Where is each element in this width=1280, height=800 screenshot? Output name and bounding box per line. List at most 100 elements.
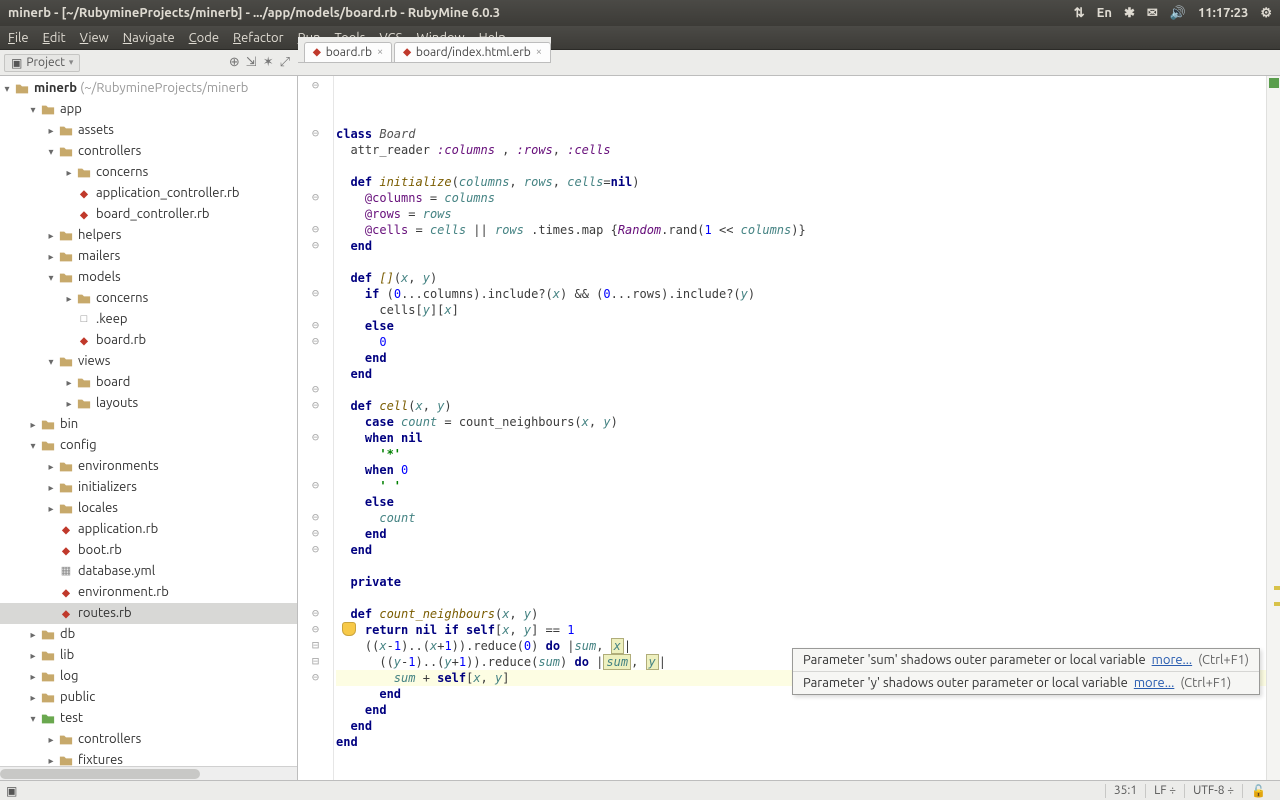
tree-row[interactable]: ▾ models <box>0 267 297 288</box>
code-line[interactable]: end <box>336 542 1266 558</box>
tree-row[interactable]: ▾minerb (~/RubymineProjects/minerb <box>0 78 297 99</box>
tree-row[interactable]: ▸helpers <box>0 225 297 246</box>
tree-twisty[interactable]: ▸ <box>26 666 40 687</box>
error-stripe[interactable] <box>1266 76 1280 780</box>
scroll-from-source-icon[interactable]: ⊕ <box>229 55 240 70</box>
tree-item-label[interactable]: board_controller.rb <box>96 204 210 225</box>
code-line[interactable]: end <box>336 718 1266 734</box>
tree-row[interactable]: ▸lib <box>0 645 297 666</box>
tree-row[interactable]: ▸board <box>0 372 297 393</box>
tree-row[interactable]: ◆board_controller.rb <box>0 204 297 225</box>
fold-toggle[interactable]: ⊖ <box>298 478 333 494</box>
fold-toggle[interactable]: ⊖ <box>298 430 333 446</box>
code-line[interactable]: @rows = rows <box>336 206 1266 222</box>
tree-twisty[interactable]: ▸ <box>44 477 58 498</box>
tree-item-label[interactable]: .keep <box>96 309 128 330</box>
tree-twisty[interactable]: ▸ <box>44 456 58 477</box>
tree-twisty[interactable]: ▸ <box>26 687 40 708</box>
tree-row[interactable]: ◆board.rb <box>0 330 297 351</box>
fold-toggle[interactable]: ⊖ <box>298 670 333 686</box>
settings-icon[interactable]: ✶ <box>263 55 274 70</box>
fold-toggle[interactable]: ⊖ <box>298 622 333 638</box>
fold-toggle[interactable]: ⊖ <box>298 542 333 558</box>
project-tree[interactable]: ▾minerb (~/RubymineProjects/minerb▾app▸a… <box>0 76 297 766</box>
file-encoding[interactable]: UTF-8 ÷ <box>1184 784 1242 798</box>
tree-twisty[interactable]: ▸ <box>44 750 58 766</box>
tree-item-label[interactable]: assets <box>78 120 114 141</box>
code-line[interactable]: return nil if self[x, y] == 1 <box>336 622 1266 638</box>
tree-twisty[interactable]: ▾ <box>44 267 58 288</box>
menu-navigate[interactable]: Navigate <box>123 31 175 45</box>
tree-item-label[interactable]: app <box>60 99 82 120</box>
tree-twisty[interactable]: ▾ <box>26 99 40 120</box>
hide-icon[interactable]: ⤢ <box>280 55 290 70</box>
fold-toggle[interactable]: ⊖ <box>298 238 333 254</box>
fold-toggle[interactable]: ⊖ <box>298 318 333 334</box>
tree-row[interactable]: ▦database.yml <box>0 561 297 582</box>
tree-row[interactable]: ▾views <box>0 351 297 372</box>
fold-toggle[interactable]: ⊖ <box>298 606 333 622</box>
code-line[interactable]: private <box>336 574 1266 590</box>
tree-twisty[interactable]: ▸ <box>62 393 76 414</box>
code-line[interactable]: def count_neighbours(x, y) <box>336 606 1266 622</box>
code-line[interactable]: @cells = cells || rows .times.map {Rando… <box>336 222 1266 238</box>
code-line[interactable]: when nil <box>336 430 1266 446</box>
tree-twisty[interactable]: ▾ <box>44 351 58 372</box>
code-line[interactable]: case count = count_neighbours(x, y) <box>336 414 1266 430</box>
code-line[interactable]: def cell(x, y) <box>336 398 1266 414</box>
code-line[interactable]: if (0...columns).include?(x) && (0...row… <box>336 286 1266 302</box>
tree-row[interactable]: ▸controllers <box>0 729 297 750</box>
tree-row[interactable]: ▸ fixtures <box>0 750 297 766</box>
mail-icon[interactable]: ✉ <box>1147 6 1158 21</box>
code-line[interactable]: def initialize(columns, rows, cells=nil) <box>336 174 1266 190</box>
tree-item-label[interactable]: config <box>60 435 97 456</box>
tree-twisty[interactable]: ▾ <box>26 435 40 456</box>
tree-twisty[interactable]: ▸ <box>26 624 40 645</box>
tree-item-label[interactable]: minerb (~/RubymineProjects/minerb <box>34 78 248 99</box>
tree-item-label[interactable]: controllers <box>78 729 141 750</box>
tree-item-label[interactable]: database.yml <box>78 561 155 582</box>
tree-item-label[interactable]: initializers <box>78 477 137 498</box>
fold-toggle[interactable]: ⊖ <box>298 78 333 94</box>
keyboard-lang[interactable]: En <box>1097 6 1112 20</box>
tree-row[interactable]: ▸locales <box>0 498 297 519</box>
tree-twisty[interactable]: ▸ <box>44 246 58 267</box>
tree-row[interactable]: ▸log <box>0 666 297 687</box>
tree-item-label[interactable]: db <box>60 624 75 645</box>
tree-item-label[interactable]: fixtures <box>78 750 123 766</box>
volume-icon[interactable]: 🔊 <box>1170 6 1186 21</box>
collapse-all-icon[interactable]: ⇲ <box>246 55 257 70</box>
code-line[interactable]: def [](x, y) <box>336 270 1266 286</box>
fold-toggle[interactable]: ⊖ <box>298 398 333 414</box>
fold-toggle[interactable]: ⊖ <box>298 510 333 526</box>
code-line[interactable]: class Board <box>336 126 1266 142</box>
fold-toggle[interactable]: ⊟ <box>298 638 333 654</box>
menu-view[interactable]: View <box>80 31 109 45</box>
tree-row[interactable]: ▸concerns <box>0 288 297 309</box>
tree-item-label[interactable]: board <box>96 372 130 393</box>
tree-item-label[interactable]: application.rb <box>78 519 158 540</box>
tree-row[interactable]: ▸ db <box>0 624 297 645</box>
tooltip-more-link[interactable]: more... <box>1134 676 1175 690</box>
tree-row[interactable]: ▾ config <box>0 435 297 456</box>
tree-item-label[interactable]: controllers <box>78 141 141 162</box>
tree-row[interactable]: ▾test <box>0 708 297 729</box>
tree-twisty[interactable]: ▸ <box>62 162 76 183</box>
chevron-down-icon[interactable]: ▾ <box>69 57 74 68</box>
line-ending[interactable]: LF ÷ <box>1145 784 1184 798</box>
tree-twisty[interactable]: ▸ <box>44 225 58 246</box>
code-line[interactable] <box>336 254 1266 270</box>
tree-item-label[interactable]: models <box>78 267 121 288</box>
fold-toggle[interactable]: ⊖ <box>298 190 333 206</box>
close-icon[interactable]: × <box>536 46 542 58</box>
tree-row[interactable]: ▸ initializers <box>0 477 297 498</box>
code-line[interactable]: ' ' <box>336 478 1266 494</box>
tree-row[interactable]: ▸assets <box>0 120 297 141</box>
code-line[interactable]: end <box>336 366 1266 382</box>
warning-marker[interactable] <box>1274 586 1280 590</box>
tree-row[interactable]: ◆routes.rb <box>0 603 297 624</box>
tree-item-label[interactable]: bin <box>60 414 78 435</box>
tree-row[interactable]: ▸concerns <box>0 162 297 183</box>
tree-item-label[interactable]: public <box>60 687 95 708</box>
bluetooth-icon[interactable]: ✱ <box>1124 6 1135 21</box>
